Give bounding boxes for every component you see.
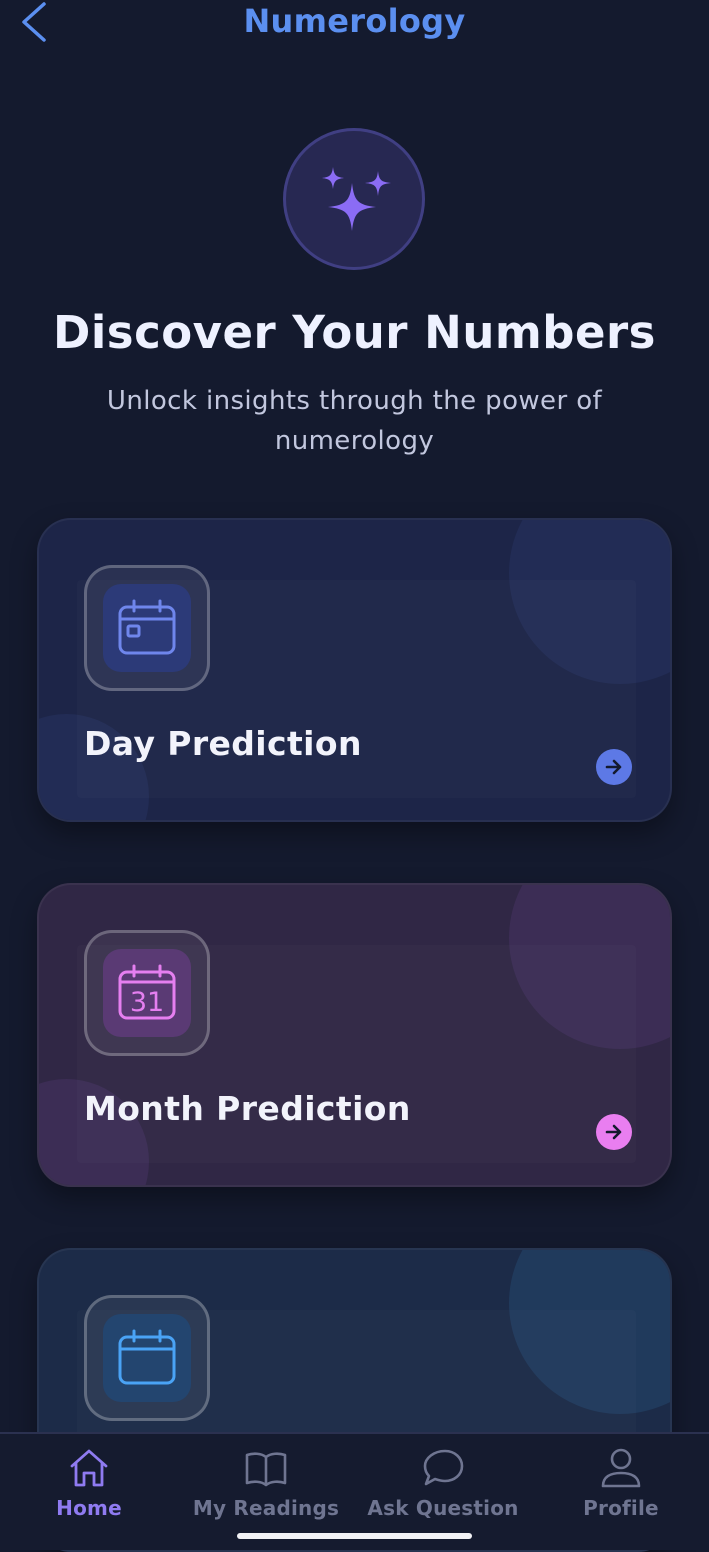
calendar-31-icon: 31 [118,964,176,1020]
person-icon [601,1448,641,1488]
home-icon [70,1449,108,1487]
tab-label: Home [56,1496,122,1520]
hero-badge [283,128,425,270]
month-prediction-card[interactable]: 31 Month Prediction [37,883,672,1187]
month-prediction-arrow-button[interactable] [596,1114,632,1150]
calendar-day-icon [118,599,176,655]
sparkles-icon [322,167,391,231]
card-title: Day Prediction [84,724,362,763]
tab-ask-question[interactable]: Ask Question [360,1434,526,1534]
page-title: Numerology [243,2,466,40]
top-navigation-bar: Numerology [0,0,709,50]
arrow-right-icon [605,759,622,775]
tab-home[interactable]: Home [38,1434,140,1534]
card-icon-frame [84,565,210,691]
card-icon-frame: 31 [84,930,210,1056]
chat-bubble-icon [423,1449,464,1486]
calendar-day-number: 31 [130,987,164,1018]
tab-my-readings[interactable]: My Readings [186,1434,346,1534]
card-icon-frame [84,1295,210,1421]
day-prediction-card[interactable]: Day Prediction [37,518,672,822]
hero-title: Discover Your Numbers [53,306,656,359]
tab-profile[interactable]: Profile [566,1434,676,1534]
hero-subtitle: Unlock insights through the power of num… [106,386,603,456]
card-title: Month Prediction [84,1089,411,1128]
arrow-right-icon [605,1124,622,1140]
home-indicator [237,1533,472,1539]
day-prediction-arrow-button[interactable] [596,749,632,785]
book-icon [245,1452,287,1487]
calendar-icon [118,1329,176,1385]
tab-label: My Readings [192,1496,340,1520]
tab-label: Profile [583,1496,659,1520]
tab-label: Ask Question [367,1496,519,1520]
